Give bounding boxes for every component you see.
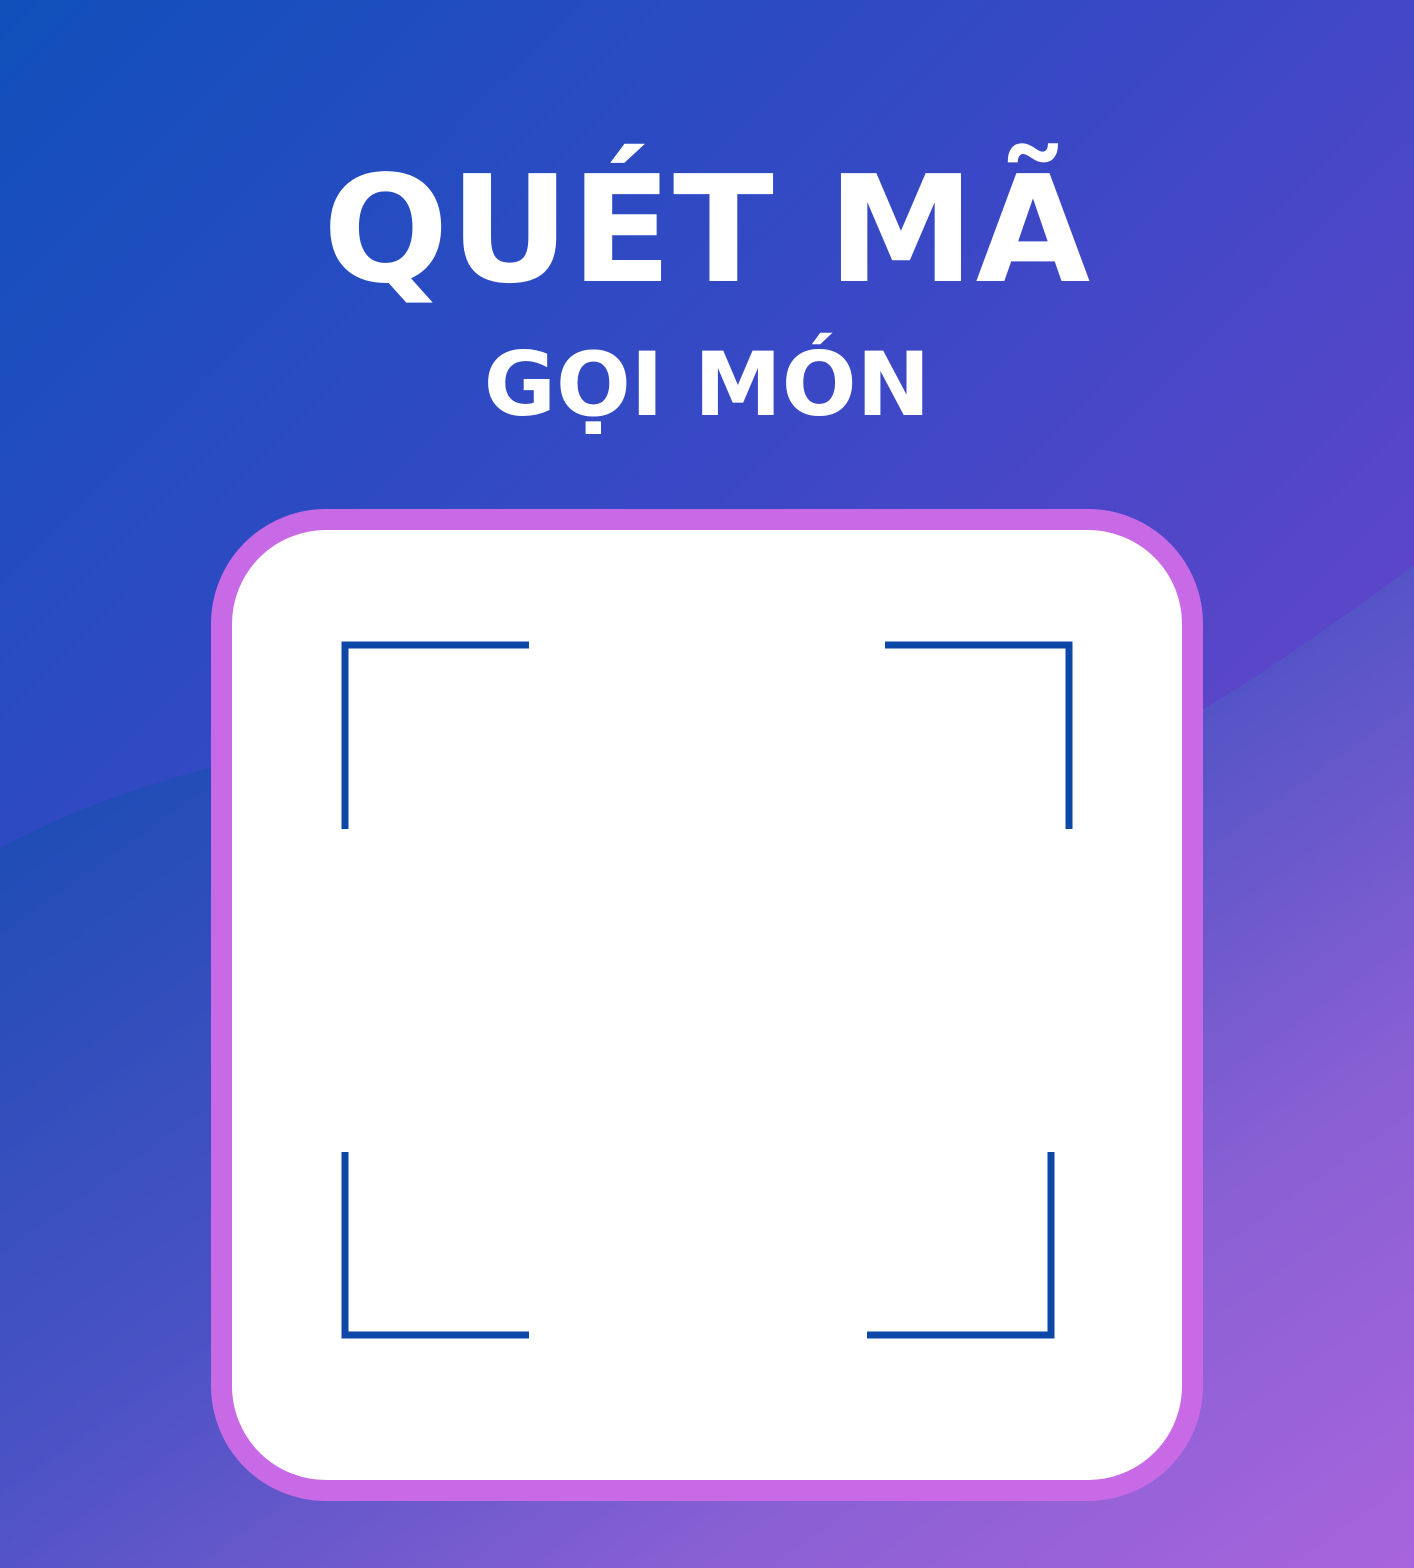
scan-corner-top-right: [885, 641, 1073, 829]
qr-scan-frame-icon: [341, 641, 1073, 1339]
scan-corner-bottom-right: [867, 1152, 1055, 1339]
scan-corner-bottom-left: [341, 1152, 529, 1339]
qr-order-poster: QUÉT MÃ GỌI MÓN: [0, 0, 1414, 1568]
scan-corner-top-left: [341, 641, 529, 829]
